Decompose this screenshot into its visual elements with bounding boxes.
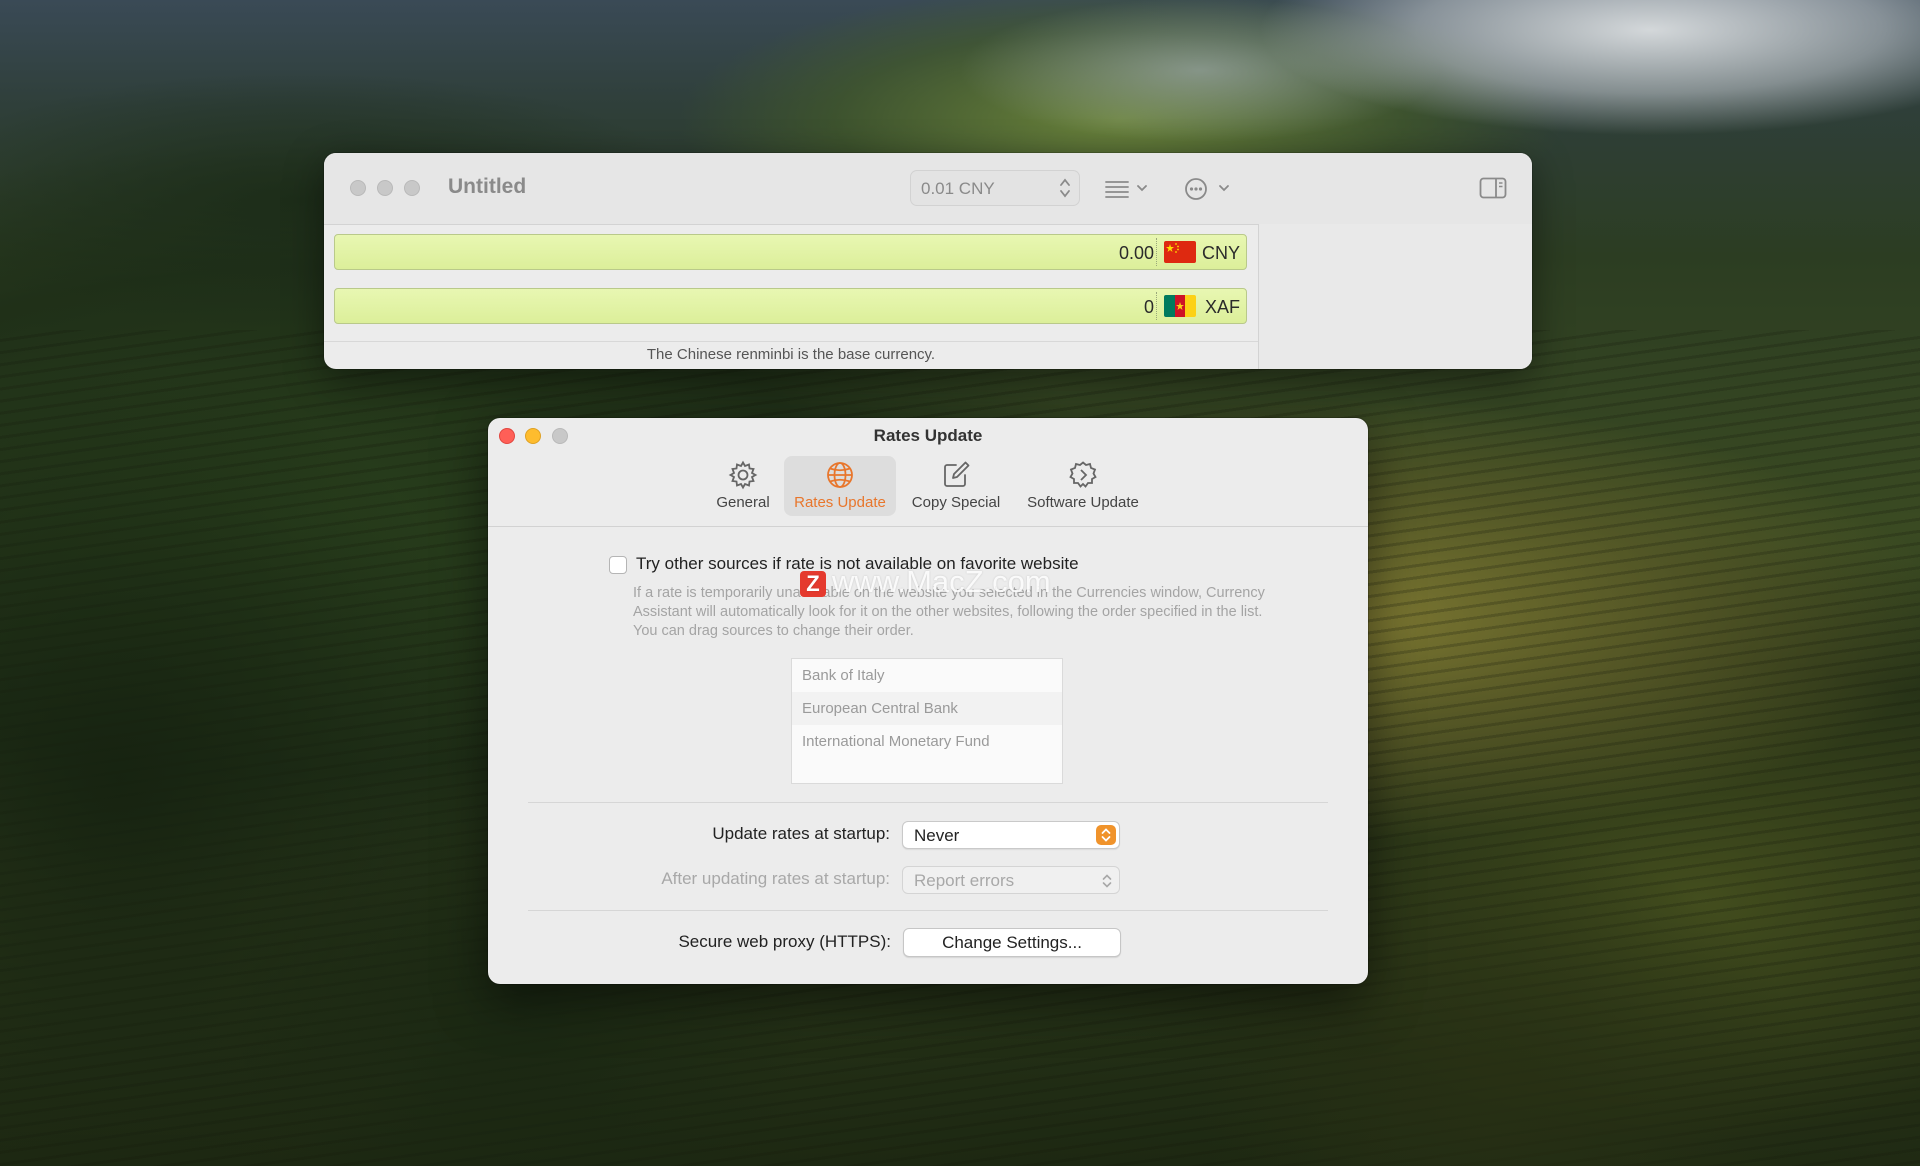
sidebar-panel <box>1258 224 1532 369</box>
tab-software-update[interactable]: Software Update <box>1016 456 1150 516</box>
sources-list[interactable]: Bank of Italy European Central Bank Inte… <box>791 658 1063 784</box>
select-value: Never <box>914 826 960 845</box>
gear-icon <box>728 460 758 490</box>
amount-step-stepper[interactable]: 0.01 CNY <box>910 170 1080 206</box>
titlebar: Untitled 0.01 CNY <box>324 153 1532 225</box>
list-view-menu-icon[interactable] <box>1104 179 1150 199</box>
list-item[interactable]: International Monetary Fund <box>792 725 1062 758</box>
tab-copy-special[interactable]: Copy Special <box>904 456 1008 516</box>
currency-code: CNY <box>1201 243 1240 263</box>
toolbar-divider <box>488 526 1368 527</box>
try-other-sources-checkbox[interactable] <box>609 556 627 574</box>
currency-amount[interactable]: 0.00 <box>1119 243 1154 264</box>
stepper-value: 0.01 CNY <box>921 179 995 198</box>
sidebar-toggle-icon[interactable] <box>1479 177 1507 199</box>
window-title: Rates Update <box>873 426 983 445</box>
select-value: Report errors <box>914 871 1015 890</box>
status-bar: The Chinese renminbi is the base currenc… <box>324 341 1258 369</box>
currency-window: Untitled 0.01 CNY 0.00 CNY 0 XAF The Chi… <box>324 153 1532 369</box>
currency-row-cny[interactable]: 0.00 CNY <box>334 234 1247 270</box>
chevron-updown-icon <box>1096 825 1116 845</box>
watermark-logo: Z <box>800 570 826 597</box>
window-title: Untitled <box>448 175 527 198</box>
gear-badge-icon <box>1069 461 1097 488</box>
change-settings-button[interactable]: Change Settings... <box>903 928 1121 957</box>
after-update-select: Report errors <box>902 866 1120 894</box>
cameroon-flag-icon <box>1164 295 1196 317</box>
section-divider <box>528 910 1328 911</box>
divider <box>1156 238 1158 266</box>
tab-label: General <box>716 494 770 511</box>
zoom-button[interactable] <box>404 180 420 196</box>
stepper-arrows-icon[interactable] <box>1059 177 1071 199</box>
section-divider <box>528 802 1328 803</box>
china-flag-icon <box>1164 241 1196 263</box>
update-startup-label: Update rates at startup: <box>712 824 890 843</box>
divider <box>1156 292 1158 320</box>
chevron-updown-icon <box>1102 874 1112 888</box>
currency-amount[interactable]: 0 <box>1144 297 1154 318</box>
tab-label: Rates Update <box>794 494 886 511</box>
update-startup-select[interactable]: Never <box>902 821 1120 849</box>
globe-icon <box>827 462 853 488</box>
watermark: Zwww.MacZ.com <box>800 564 1051 600</box>
currency-code: XAF <box>1204 297 1240 317</box>
edit-square-icon <box>944 461 970 487</box>
after-update-label: After updating rates at startup: <box>661 869 890 888</box>
tab-label: Software Update <box>1027 494 1139 511</box>
preferences-window: Rates Update General Rates Update Copy S… <box>488 418 1368 984</box>
minimize-button[interactable] <box>377 180 393 196</box>
tab-general[interactable]: General <box>710 456 776 516</box>
tab-label: Copy Special <box>911 494 1001 511</box>
currency-row-xaf[interactable]: 0 XAF <box>334 288 1247 324</box>
list-item[interactable]: European Central Bank <box>792 692 1062 725</box>
proxy-label: Secure web proxy (HTTPS): <box>678 932 891 951</box>
watermark-text: www.MacZ.com <box>832 564 1051 599</box>
list-item[interactable]: Bank of Italy <box>792 659 1062 692</box>
tab-rates-update[interactable]: Rates Update <box>784 456 896 516</box>
more-options-icon[interactable] <box>1184 177 1234 201</box>
close-button[interactable] <box>350 180 366 196</box>
